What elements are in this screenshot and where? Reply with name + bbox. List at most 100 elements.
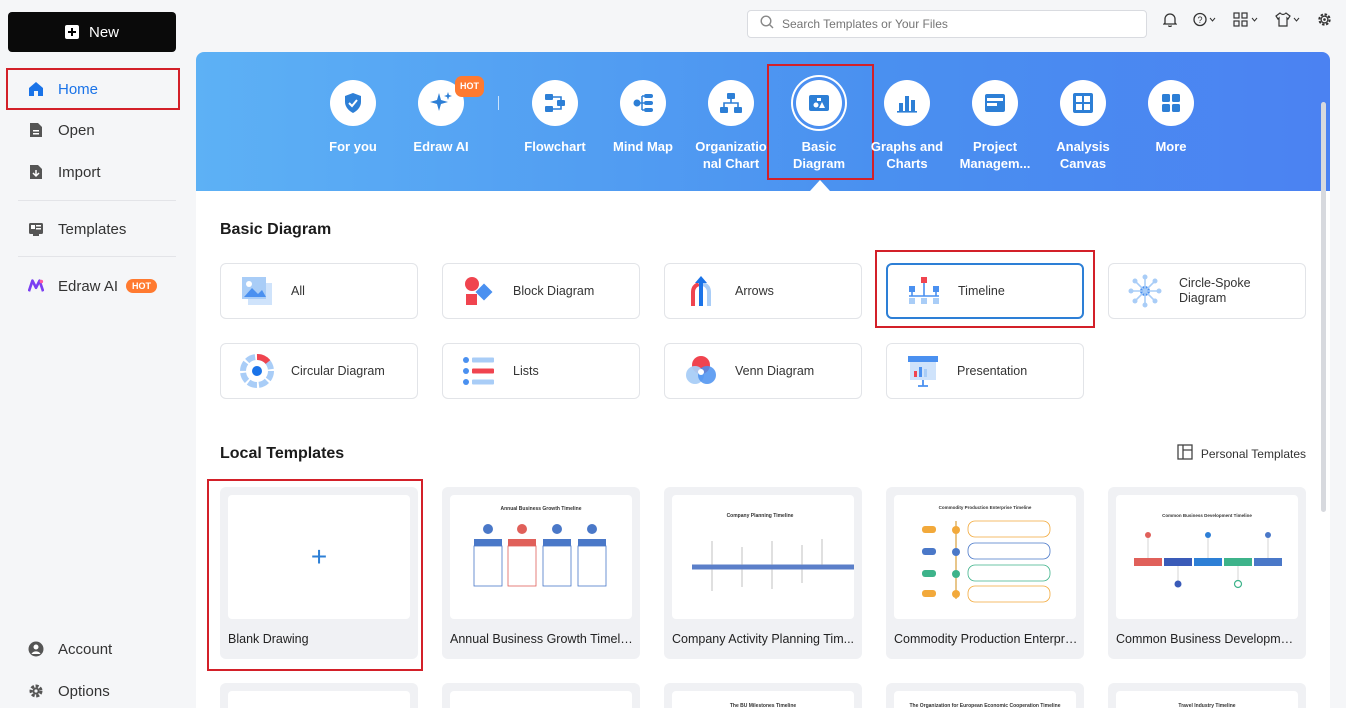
presentation-icon xyxy=(905,353,941,389)
svg-text:?: ? xyxy=(1197,15,1202,25)
home-icon xyxy=(28,81,44,97)
tile-lists[interactable]: Lists xyxy=(442,343,640,399)
sidebar-divider xyxy=(18,200,176,201)
category-label: Flowchart xyxy=(524,139,586,154)
import-icon xyxy=(28,164,44,180)
category-graphs-charts[interactable]: Graphs and Charts xyxy=(863,80,951,172)
template-name: Common Business Developmen... xyxy=(1116,632,1300,646)
section-title-basic-diagram: Basic Diagram xyxy=(220,221,332,238)
sidebar-item-label: Templates xyxy=(58,220,127,238)
tile-block-diagram[interactable]: Block Diagram xyxy=(442,263,640,319)
selected-caret xyxy=(810,180,830,191)
sidebar-item-options[interactable]: Options xyxy=(8,672,178,708)
category-org-chart[interactable]: Organizatio nal Chart xyxy=(687,80,775,172)
sidebar-item-open[interactable]: Open xyxy=(8,111,178,149)
personal-templates-link[interactable]: Personal Templates xyxy=(1177,444,1306,463)
template-card[interactable]: Travel Industry Timeline xyxy=(1108,683,1306,708)
tile-presentation[interactable]: Presentation xyxy=(886,343,1084,399)
file-icon xyxy=(28,122,44,138)
arrows-icon xyxy=(683,273,719,309)
category-more[interactable]: More xyxy=(1127,80,1215,155)
category-mind-map[interactable]: Mind Map xyxy=(599,80,687,155)
template-card[interactable]: Common Business Development Timeline Com… xyxy=(1108,487,1306,659)
sidebar-item-label: Options xyxy=(58,682,110,700)
template-thumbnail xyxy=(450,691,632,708)
template-card[interactable] xyxy=(442,683,640,708)
template-thumbnail: Company Planning Timeline xyxy=(672,495,854,619)
tile-venn-diagram[interactable]: Venn Diagram xyxy=(664,343,862,399)
template-name: Annual Business Growth Timeline xyxy=(450,632,634,646)
block-diagram-icon xyxy=(461,273,497,309)
sidebar-item-account[interactable]: Account xyxy=(8,630,178,668)
hot-badge: HOT xyxy=(455,76,484,97)
template-card[interactable]: The Organization for European Economic C… xyxy=(886,683,1084,708)
template-thumbnail: Travel Industry Timeline xyxy=(1116,691,1298,708)
sidebar-item-import[interactable]: Import xyxy=(8,153,178,191)
bell-icon[interactable] xyxy=(1163,12,1177,27)
tile-label: Circular Diagram xyxy=(291,364,385,378)
thumbnail-title: Annual Business Growth Timeline xyxy=(500,506,581,512)
tile-label: Circle-Spoke Diagram xyxy=(1179,276,1251,305)
shirt-icon[interactable] xyxy=(1275,12,1301,27)
settings-icon[interactable] xyxy=(1317,12,1332,27)
template-thumbnail xyxy=(228,691,410,708)
venn-icon xyxy=(683,353,719,389)
category-label: Edraw AI xyxy=(413,139,469,154)
list-icon xyxy=(461,353,497,389)
circular-diagram-icon xyxy=(239,353,275,389)
edraw-ai-icon xyxy=(28,278,44,294)
search-bar[interactable] xyxy=(747,10,1147,38)
top-toolbar: ? xyxy=(1163,12,1332,27)
template-card[interactable]: Annual Business Growth Timeline Annual B… xyxy=(442,487,640,659)
category-flowchart[interactable]: Flowchart xyxy=(511,80,599,155)
search-input[interactable] xyxy=(782,17,1122,31)
section-title-local-templates: Local Templates xyxy=(220,445,345,462)
category-label: Mind Map xyxy=(613,139,673,154)
sidebar-item-home[interactable]: Home xyxy=(6,68,180,110)
org-chart-icon xyxy=(708,80,754,126)
personal-templates-label: Personal Templates xyxy=(1200,446,1306,461)
card-selection-highlight xyxy=(207,479,423,671)
banner-separator xyxy=(498,96,499,110)
template-name: Company Activity Planning Tim... xyxy=(672,632,855,646)
template-thumbnail: The Organization for European Economic C… xyxy=(894,691,1076,708)
hot-badge: HOT xyxy=(126,279,158,293)
category-analysis-canvas[interactable]: Analysis Canvas xyxy=(1039,80,1127,172)
tile-all[interactable]: All xyxy=(220,263,418,319)
new-button-label: New xyxy=(88,23,119,41)
template-card[interactable]: Commodity Production Enterprise Timeline… xyxy=(886,487,1084,659)
category-project-management[interactable]: Project Managem... xyxy=(951,80,1039,172)
category-edraw-ai[interactable]: HOT Edraw AI xyxy=(397,76,485,155)
category-label: Organizatio nal Chart xyxy=(695,139,767,171)
tile-circle-spoke[interactable]: Circle-Spoke Diagram xyxy=(1108,263,1306,319)
sidebar-divider xyxy=(18,256,176,257)
search-icon xyxy=(760,14,774,34)
template-card[interactable] xyxy=(220,683,418,708)
mind-map-icon xyxy=(620,80,666,126)
thumbnail-title: Commodity Production Enterprise Timeline xyxy=(939,505,1032,510)
sidebar: New Home Open Import Templates Edraw AI … xyxy=(0,0,186,708)
templates-icon xyxy=(28,221,44,237)
sidebar-item-label: Account xyxy=(58,640,113,658)
tile-label: All xyxy=(291,284,305,298)
selection-highlight xyxy=(767,64,874,180)
category-label: Graphs and Charts xyxy=(870,139,944,171)
sidebar-item-edraw-ai[interactable]: Edraw AI HOT xyxy=(8,267,178,305)
sidebar-item-templates[interactable]: Templates xyxy=(8,210,178,248)
tile-circular-diagram[interactable]: Circular Diagram xyxy=(220,343,418,399)
template-card[interactable]: The BU Milestones Timeline xyxy=(664,683,862,708)
layout-icon xyxy=(1177,444,1193,463)
category-for-you[interactable]: For you xyxy=(309,80,397,155)
category-label: For you xyxy=(329,139,377,154)
template-thumbnail: Annual Business Growth Timeline xyxy=(450,495,632,619)
images-icon xyxy=(239,273,275,309)
sidebar-item-label: Open xyxy=(58,121,95,139)
tile-arrows[interactable]: Arrows xyxy=(664,263,862,319)
canvas-icon xyxy=(1060,80,1106,126)
scrollbar[interactable] xyxy=(1321,102,1326,512)
apps-icon[interactable] xyxy=(1233,12,1259,27)
help-icon[interactable]: ? xyxy=(1193,12,1217,27)
template-card[interactable]: Company Planning Timeline Company Activi… xyxy=(664,487,862,659)
new-button[interactable]: New xyxy=(8,12,176,52)
template-thumbnail: Common Business Development Timeline xyxy=(1116,495,1298,619)
